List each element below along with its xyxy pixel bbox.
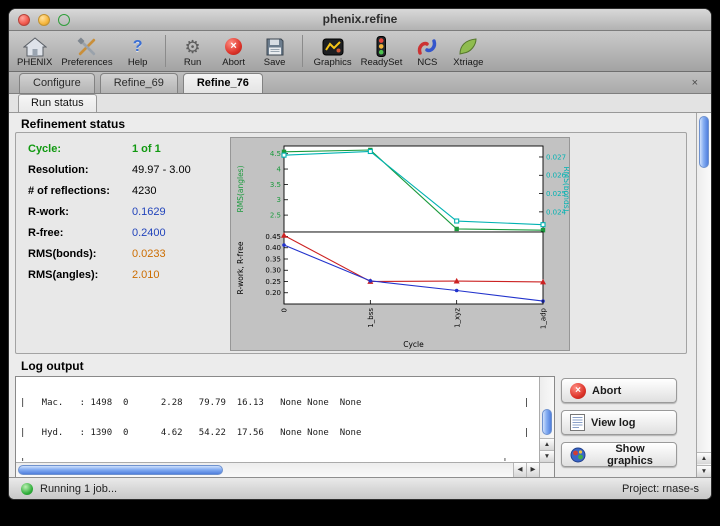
refinement-chart: 4.543.532.50.0270.0260.0250.024RMS(angle… bbox=[230, 137, 570, 351]
phenix-home-icon bbox=[23, 36, 47, 57]
svg-text:0: 0 bbox=[281, 308, 289, 312]
toolbar-separator bbox=[302, 35, 303, 67]
scroll-up-arrow-icon[interactable]: ▲ bbox=[697, 452, 711, 464]
readyset-icon bbox=[371, 36, 391, 57]
help-icon: ? bbox=[133, 36, 143, 57]
main-panel: Refinement status Cycle:1 of 1 Resolutio… bbox=[9, 113, 711, 477]
svg-text:RMS(bonds): RMS(bonds) bbox=[562, 166, 569, 211]
log-vscroll-thumb[interactable] bbox=[542, 409, 552, 435]
tab-configure[interactable]: Configure bbox=[19, 73, 95, 93]
toolbar-button-ncs[interactable]: NCS bbox=[411, 32, 443, 69]
tab-close-icon[interactable]: × bbox=[689, 73, 701, 93]
show-graphics-button[interactable]: Show graphics bbox=[561, 442, 677, 467]
window-title: phenix.refine bbox=[9, 9, 711, 30]
log-hscroll-thumb[interactable] bbox=[18, 465, 223, 475]
svg-text:3: 3 bbox=[277, 196, 281, 204]
minimize-window-button[interactable] bbox=[38, 14, 50, 26]
svg-text:0.25: 0.25 bbox=[265, 278, 281, 286]
svg-text:1_bss: 1_bss bbox=[367, 308, 375, 328]
toolbar-button-preferences[interactable]: Preferences bbox=[61, 32, 112, 69]
svg-text:Cycle: Cycle bbox=[403, 340, 424, 349]
scroll-down-arrow-icon[interactable]: ▼ bbox=[540, 450, 554, 462]
svg-text:4.5: 4.5 bbox=[270, 150, 281, 158]
toolbar-button-save[interactable]: Save bbox=[259, 32, 291, 69]
stat-reflections: # of reflections:4230 bbox=[28, 185, 191, 206]
stat-resolution: Resolution:49.97 - 3.00 bbox=[28, 164, 191, 185]
stat-r-free: R-free:0.2400 bbox=[28, 227, 191, 248]
svg-text:RMS(angles): RMS(angles) bbox=[236, 165, 245, 212]
refinement-stats: Cycle:1 of 1 Resolution:49.97 - 3.00 # o… bbox=[28, 143, 191, 290]
close-window-button[interactable] bbox=[18, 14, 30, 26]
stat-rms-angles: RMS(angles):2.010 bbox=[28, 269, 191, 290]
preferences-icon bbox=[75, 36, 99, 57]
view-log-button[interactable]: View log bbox=[561, 410, 677, 435]
scroll-right-arrow-icon[interactable]: ▶ bbox=[526, 463, 539, 477]
log-text[interactable]: | Mac. : 1498 0 2.28 79.79 16.13 None No… bbox=[17, 377, 538, 461]
toolbar-button-graphics[interactable]: Graphics bbox=[314, 32, 352, 69]
abort-icon: × bbox=[225, 36, 242, 57]
refinement-status-title: Refinement status bbox=[21, 117, 125, 131]
svg-text:R-work, R-free: R-work, R-free bbox=[236, 241, 245, 294]
toolbar-button-phenix[interactable]: PHENIX bbox=[17, 32, 52, 69]
phenix-refine-window: phenix.refine PHENIX Preferences ? Help … bbox=[8, 8, 712, 500]
tab-refine-76[interactable]: Refine_76 bbox=[183, 73, 263, 93]
graphics-sphere-icon bbox=[570, 447, 586, 463]
toolbar-button-run[interactable]: ⚙ Run bbox=[177, 32, 209, 69]
log-horizontal-scrollbar[interactable]: ◀ ▶ bbox=[16, 462, 539, 477]
progress-spinner-icon bbox=[21, 483, 33, 495]
stat-cycle: Cycle:1 of 1 bbox=[28, 143, 191, 164]
abort-icon: × bbox=[570, 383, 586, 399]
svg-text:0.30: 0.30 bbox=[265, 267, 281, 275]
svg-text:3.5: 3.5 bbox=[270, 181, 281, 189]
graphics-icon bbox=[322, 36, 344, 57]
toolbar-button-help[interactable]: ? Help bbox=[122, 32, 154, 69]
log-line: | Mac. : 1498 0 2.28 79.79 16.13 None No… bbox=[20, 398, 538, 408]
run-icon: ⚙ bbox=[185, 36, 201, 57]
svg-text:4: 4 bbox=[277, 165, 282, 173]
action-buttons: × Abort View log Show graphics bbox=[561, 378, 677, 474]
log-output-panel: | Mac. : 1498 0 2.28 79.79 16.13 None No… bbox=[15, 376, 555, 478]
main-scroll-thumb[interactable] bbox=[699, 116, 709, 168]
ncs-icon bbox=[416, 36, 438, 57]
status-bar: Running 1 job... Project: rnase-s bbox=[9, 477, 711, 499]
save-icon bbox=[265, 36, 285, 57]
project-label: Project: rnase-s bbox=[622, 483, 699, 495]
log-line: | Hyd. : 1390 0 4.62 54.22 17.56 None No… bbox=[20, 428, 538, 438]
scroll-down-arrow-icon[interactable]: ▼ bbox=[697, 465, 711, 477]
log-output-title: Log output bbox=[21, 359, 84, 373]
toolbar-separator bbox=[165, 35, 166, 67]
log-line: | | bbox=[20, 458, 538, 461]
subtab-run-status[interactable]: Run status bbox=[18, 94, 97, 112]
scrollbar-corner bbox=[539, 462, 554, 477]
toolbar-button-readyset[interactable]: ReadySet bbox=[361, 32, 403, 69]
toolbar-button-xtriage[interactable]: Xtriage bbox=[452, 32, 484, 69]
svg-text:0.20: 0.20 bbox=[265, 289, 281, 297]
window-controls bbox=[18, 14, 70, 26]
svg-text:2.5: 2.5 bbox=[270, 212, 281, 220]
log-vertical-scrollbar[interactable]: ▲ ▼ bbox=[539, 377, 554, 462]
svg-text:0.45: 0.45 bbox=[265, 233, 281, 241]
svg-text:0.027: 0.027 bbox=[546, 153, 566, 161]
scroll-left-arrow-icon[interactable]: ◀ bbox=[513, 463, 526, 477]
svg-text:0.35: 0.35 bbox=[265, 255, 281, 263]
zoom-window-button[interactable] bbox=[58, 14, 70, 26]
tab-refine-69[interactable]: Refine_69 bbox=[100, 73, 178, 93]
main-scrollbar[interactable]: ▲ ▼ bbox=[696, 113, 711, 477]
tab-bar: Configure Refine_69 Refine_76 × bbox=[9, 72, 711, 94]
stat-rms-bonds: RMS(bonds):0.0233 bbox=[28, 248, 191, 269]
svg-text:0.40: 0.40 bbox=[265, 244, 281, 252]
toolbar: PHENIX Preferences ? Help ⚙ Run × Abort … bbox=[9, 31, 711, 72]
subtab-bar: Run status bbox=[9, 94, 711, 113]
svg-text:1_xyz: 1_xyz bbox=[453, 308, 461, 328]
xtriage-icon bbox=[457, 36, 479, 57]
scroll-up-arrow-icon[interactable]: ▲ bbox=[540, 438, 554, 450]
svg-text:1_adp: 1_adp bbox=[540, 307, 548, 329]
document-icon bbox=[570, 414, 585, 431]
refinement-status-panel: Cycle:1 of 1 Resolution:49.97 - 3.00 # o… bbox=[15, 132, 687, 354]
toolbar-button-abort[interactable]: × Abort bbox=[218, 32, 250, 69]
abort-button[interactable]: × Abort bbox=[561, 378, 677, 403]
stat-r-work: R-work:0.1629 bbox=[28, 206, 191, 227]
status-message: Running 1 job... bbox=[40, 483, 117, 495]
titlebar[interactable]: phenix.refine bbox=[9, 9, 711, 31]
